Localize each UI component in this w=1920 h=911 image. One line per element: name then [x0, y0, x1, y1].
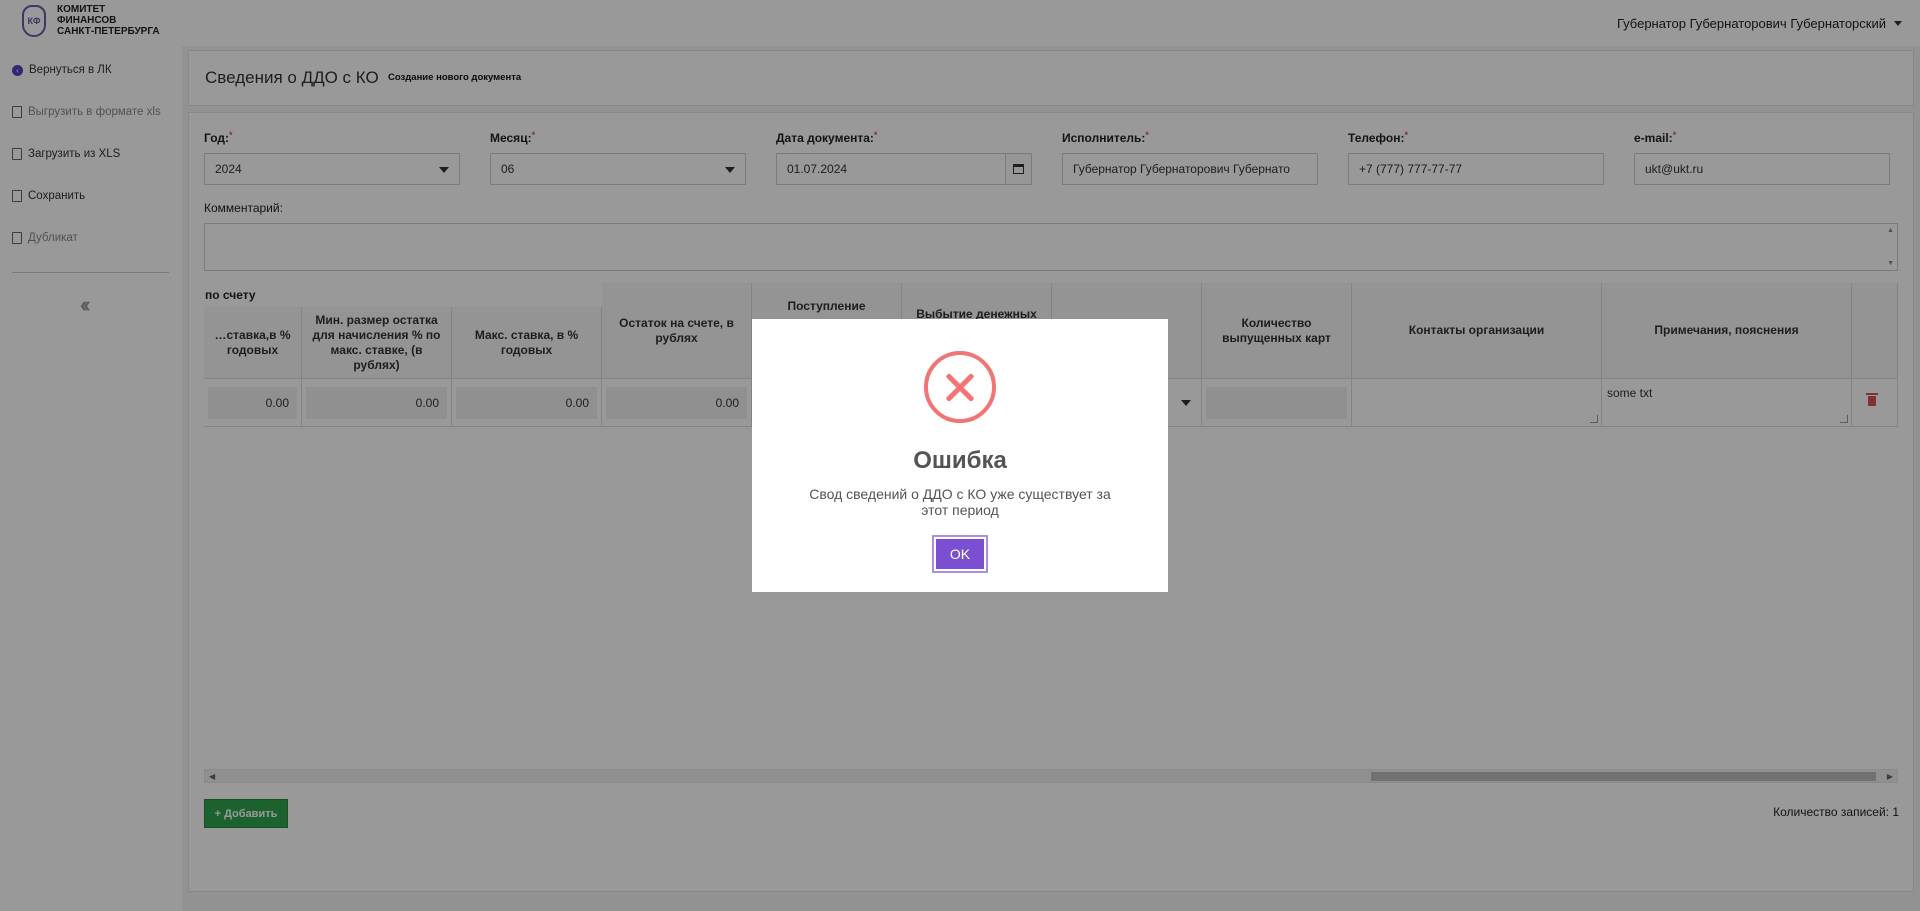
- dialog-title: Ошибка: [913, 447, 1007, 474]
- error-x-icon: [924, 351, 996, 423]
- error-dialog: Ошибка Свод сведений о ДДО с КО уже суще…: [752, 319, 1168, 592]
- ok-button[interactable]: OK: [934, 537, 986, 571]
- dialog-message: Свод сведений о ДДО с КО уже существует …: [809, 486, 1111, 518]
